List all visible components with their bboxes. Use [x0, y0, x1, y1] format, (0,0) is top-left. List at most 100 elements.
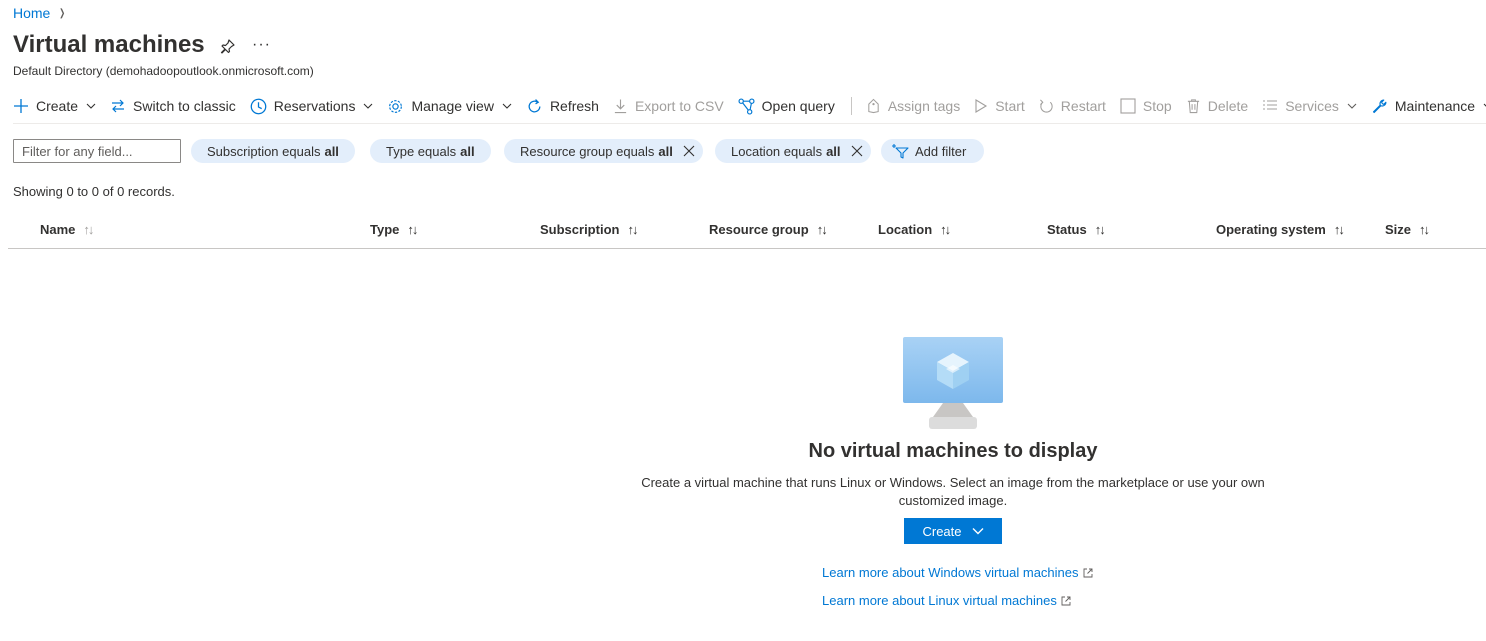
create-button[interactable]: Create	[13, 98, 96, 114]
empty-state-title: No virtual machines to display	[808, 440, 1098, 462]
delete-button[interactable]: Delete	[1186, 98, 1248, 114]
more-options-button[interactable]: ···	[252, 36, 271, 54]
chevron-right-icon: ❯	[59, 7, 66, 19]
sort-icon: ↑↓	[1333, 222, 1345, 237]
subscription-filter-pill[interactable]: Subscription equals all	[191, 139, 355, 163]
export-csv-label: Export to CSV	[634, 98, 724, 114]
wrench-icon	[1372, 99, 1387, 113]
query-graph-icon	[738, 97, 755, 115]
sort-icon: ↑↓	[1419, 222, 1430, 237]
type-filter-pill[interactable]: Type equals all	[370, 139, 491, 163]
chevron-down-icon	[364, 103, 373, 109]
empty-state-create-button[interactable]: Create	[904, 518, 1002, 544]
resource-group-filter-value: all	[658, 143, 673, 159]
sort-icon: ↑↓	[1094, 222, 1106, 237]
learn-linux-link[interactable]: Learn more about Linux virtual machines	[822, 593, 1071, 608]
stop-button[interactable]: Stop	[1120, 98, 1172, 114]
page-title: Virtual machines	[13, 31, 205, 58]
column-header-label: Operating system	[1216, 222, 1326, 237]
column-header-label: Status	[1047, 222, 1087, 237]
add-filter-icon	[892, 144, 909, 159]
sort-icon: ↑↓	[940, 222, 951, 237]
filter-input[interactable]	[13, 139, 181, 163]
column-header-operating-system[interactable]: Operating system ↑↓	[1216, 222, 1345, 237]
toolbar-divider	[850, 97, 852, 115]
column-header-type[interactable]: Type ↑↓	[370, 222, 418, 237]
services-button[interactable]: Services	[1262, 98, 1357, 114]
column-header-label: Size	[1385, 222, 1412, 237]
column-header-label: Name	[40, 222, 76, 237]
resource-group-filter-label: Resource group equals	[520, 143, 655, 159]
directory-subtitle: Default Directory (demohadoopoutlook.onm…	[13, 64, 314, 78]
trash-icon	[1187, 99, 1199, 114]
breadcrumb: Home ❯	[13, 5, 67, 21]
location-filter-pill[interactable]: Location equals all	[715, 139, 871, 163]
plus-icon	[14, 99, 28, 113]
refresh-label: Refresh	[549, 98, 599, 114]
close-icon[interactable]	[851, 145, 863, 157]
column-header-size[interactable]: Size ↑↓	[1385, 222, 1430, 237]
add-filter-label: Add filter	[915, 143, 967, 159]
reservations-button[interactable]: Reservations	[250, 98, 374, 115]
column-header-label: Location	[878, 222, 933, 237]
start-button[interactable]: Start	[974, 98, 1025, 114]
switch-to-classic-label: Switch to classic	[133, 98, 236, 114]
chevron-down-icon	[502, 103, 512, 109]
column-header-status[interactable]: Status ↑↓	[1047, 222, 1106, 237]
switch-arrows-icon	[112, 99, 125, 113]
stop-icon	[1120, 98, 1136, 114]
gear-icon	[389, 99, 403, 113]
switch-to-classic-button[interactable]: Switch to classic	[110, 98, 236, 114]
maintenance-button[interactable]: Maintenance	[1371, 98, 1486, 115]
chevron-down-icon	[972, 528, 984, 535]
toolbar-divider-line	[13, 123, 1486, 124]
pin-icon[interactable]	[220, 38, 236, 56]
export-csv-button[interactable]: Export to CSV	[613, 98, 724, 114]
learn-linux-label: Learn more about Linux virtual machines	[822, 593, 1057, 608]
sort-icon: ↑↓	[627, 222, 638, 237]
stop-label: Stop	[1142, 98, 1172, 114]
assign-tags-button[interactable]: Assign tags	[866, 98, 960, 114]
open-query-button[interactable]: Open query	[738, 97, 835, 115]
learn-windows-label: Learn more about Windows virtual machine…	[822, 565, 1079, 580]
maintenance-label: Maintenance	[1394, 98, 1476, 114]
create-label: Create	[36, 98, 79, 114]
sort-icon: ↑↓	[816, 222, 828, 237]
refresh-icon	[528, 98, 541, 112]
chevron-down-icon	[86, 103, 96, 109]
restart-icon	[1039, 99, 1053, 113]
external-link-icon	[1083, 568, 1092, 577]
breadcrumb-home-link[interactable]: Home	[13, 5, 50, 21]
refresh-button[interactable]: Refresh	[526, 98, 599, 115]
command-toolbar: Create Switch to classic Reservations Ma…	[13, 93, 1486, 119]
assign-tags-label: Assign tags	[887, 98, 961, 114]
subscription-filter-value: all	[324, 143, 339, 159]
empty-state-create-label: Create	[922, 523, 962, 539]
open-query-label: Open query	[761, 98, 835, 114]
tag-icon	[868, 98, 879, 114]
services-label: Services	[1285, 98, 1339, 114]
learn-windows-link[interactable]: Learn more about Windows virtual machine…	[822, 565, 1093, 580]
column-header-label: Type	[370, 222, 400, 237]
column-header-resource-group[interactable]: Resource group ↑↓	[709, 222, 828, 237]
records-count: Showing 0 to 0 of 0 records.	[13, 184, 175, 199]
restart-label: Restart	[1060, 98, 1106, 114]
manage-view-button[interactable]: Manage view	[387, 98, 512, 115]
external-link-icon	[1061, 596, 1071, 605]
clock-icon	[250, 98, 267, 114]
resource-group-filter-pill[interactable]: Resource group equals all	[504, 139, 703, 163]
type-filter-value: all	[460, 143, 475, 159]
sort-icon: ↑↓	[83, 222, 94, 237]
chevron-down-icon	[1347, 103, 1357, 109]
sort-icon: ↑↓	[407, 222, 418, 237]
start-label: Start	[995, 98, 1025, 114]
restart-button[interactable]: Restart	[1039, 98, 1106, 114]
location-filter-value: all	[826, 143, 841, 159]
column-header-subscription[interactable]: Subscription ↑↓	[540, 222, 638, 237]
reservations-label: Reservations	[273, 98, 356, 114]
column-header-location[interactable]: Location ↑↓	[878, 222, 951, 237]
close-icon[interactable]	[683, 145, 695, 157]
type-filter-label: Type equals	[386, 143, 457, 159]
column-header-name[interactable]: Name ↑↓	[40, 222, 94, 237]
add-filter-button[interactable]: Add filter	[881, 139, 985, 163]
